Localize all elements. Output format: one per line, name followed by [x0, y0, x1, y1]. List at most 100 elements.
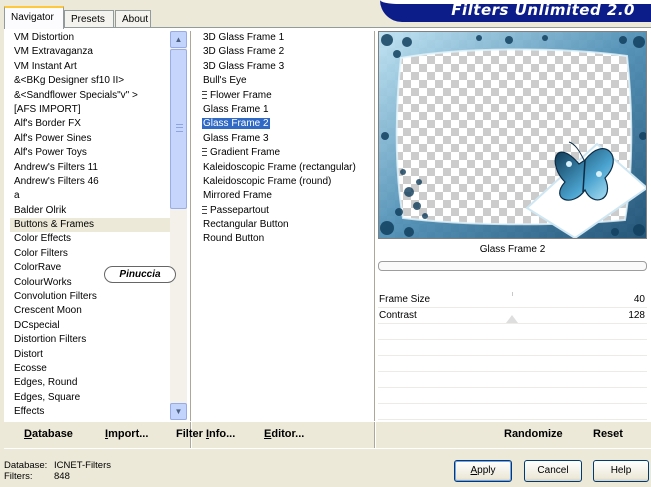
filter-group-item[interactable]: Passepartout	[196, 204, 374, 218]
category-item[interactable]: Balder Olrik	[10, 204, 174, 218]
category-item[interactable]: Crescent Moon	[10, 304, 174, 318]
filter-item[interactable]: Glass Frame 1	[196, 103, 374, 117]
grip-icon	[176, 124, 183, 132]
category-item[interactable]: Buttons & Frames	[10, 218, 174, 233]
tab-about[interactable]: About	[115, 10, 151, 28]
scroll-up-button[interactable]: ▲	[170, 31, 187, 48]
help-button[interactable]: Help	[593, 460, 649, 482]
divider	[190, 31, 192, 421]
filter-item[interactable]: Round Button	[196, 232, 374, 246]
database-button[interactable]: Database	[24, 428, 73, 440]
tab-navigator[interactable]: Navigator	[4, 6, 64, 29]
filter-item[interactable]: 3D Glass Frame 3	[196, 60, 374, 74]
category-item[interactable]: Distortion Filters	[10, 333, 174, 347]
filter-item[interactable]: Bull's Eye	[196, 74, 374, 88]
filter-label: Mirrored Frame	[203, 190, 272, 202]
filter-label: Passepartout	[210, 204, 269, 216]
category-item[interactable]: VM Distortion	[10, 31, 174, 45]
divider	[374, 31, 376, 421]
param-value: 128	[628, 310, 645, 321]
filter-label: Glass Frame 2	[202, 118, 270, 130]
scroll-down-button[interactable]: ▼	[170, 403, 187, 420]
filter-item[interactable]: Mirrored Frame	[196, 189, 374, 203]
category-item[interactable]: VM Extravaganza	[10, 45, 174, 59]
status-area: Database: ICNET-Filters Filters: 848	[4, 460, 111, 482]
category-item[interactable]: &<BKg Designer sf10 II>	[10, 74, 174, 88]
category-item[interactable]: Edges, Square	[10, 391, 174, 405]
category-item[interactable]: Convolution Filters	[10, 290, 174, 304]
apply-button[interactable]: Apply	[454, 460, 512, 482]
randomize-button[interactable]: Randomize	[504, 428, 563, 440]
category-item[interactable]: Alf's Power Sines	[10, 132, 174, 146]
preview-image[interactable]	[378, 31, 647, 239]
param-empty-row	[378, 340, 647, 356]
filter-group-item[interactable]: Flower Frame	[196, 89, 374, 103]
category-item[interactable]: a	[10, 189, 174, 203]
category-item[interactable]: Alf's Power Toys	[10, 146, 174, 160]
category-scrollbar[interactable]: ▲ ▼	[170, 31, 187, 420]
param-empty-row	[378, 404, 647, 420]
category-item[interactable]: &<Sandflower Specials"v" >	[10, 89, 174, 103]
category-item[interactable]: VM Instant Art	[10, 60, 174, 74]
filter-item[interactable]: Rectangular Button	[196, 218, 374, 232]
glass-frame-art	[379, 32, 646, 238]
param-empty-row	[378, 324, 647, 340]
tab-presets[interactable]: Presets	[64, 10, 114, 28]
category-item[interactable]: Andrew's Filters 46	[10, 175, 174, 189]
category-item[interactable]: Distort	[10, 348, 174, 362]
filter-label: Gradient Frame	[210, 147, 281, 159]
filter-label: Bull's Eye	[203, 75, 247, 87]
slider-marker[interactable]	[506, 315, 518, 323]
status-database-label: Database:	[4, 460, 48, 471]
category-item[interactable]: Color Filters	[10, 247, 174, 261]
app-title: Filters Unlimited 2.0	[451, 1, 635, 19]
status-database-value: ICNET-Filters	[54, 460, 111, 471]
filter-item[interactable]: Kaleidoscopic Frame (rectangular)	[196, 161, 374, 175]
param-contrast[interactable]: Contrast 128	[378, 308, 647, 324]
filter-group-item[interactable]: Gradient Frame	[196, 146, 374, 160]
category-item[interactable]: Color Effects	[10, 232, 174, 246]
toolbar-separator	[374, 422, 376, 448]
scroll-thumb[interactable]	[170, 49, 187, 209]
filter-label: Glass Frame 1	[203, 103, 269, 115]
category-item[interactable]: Alf's Border FX	[10, 117, 174, 131]
filter-item[interactable]: 3D Glass Frame 1	[196, 31, 374, 45]
group-icon	[202, 90, 207, 99]
filter-item[interactable]: Glass Frame 2	[196, 117, 374, 131]
filter-item[interactable]: 3D Glass Frame 2	[196, 45, 374, 59]
category-item[interactable]: Edges, Round	[10, 376, 174, 390]
category-item[interactable]: Andrew's Filters 11	[10, 161, 174, 175]
param-empty-row	[378, 388, 647, 404]
navigator-panel: VM Distortion VM Extravaganza VM Instant A…	[4, 27, 651, 449]
filter-label: Flower Frame	[210, 89, 272, 101]
parameter-list: Frame Size 40 Contrast 128	[378, 292, 647, 436]
group-icon	[202, 205, 207, 214]
chevron-down-icon: ▼	[174, 407, 183, 416]
category-item[interactable]: [AFS IMPORT]	[10, 103, 174, 117]
category-list[interactable]: VM Distortion VM Extravaganza VM Instant A…	[10, 31, 174, 423]
editor-button[interactable]: Editor...	[264, 428, 304, 440]
filter-label: 3D Glass Frame 3	[203, 60, 285, 72]
category-item[interactable]: DCspecial	[10, 319, 174, 333]
filter-label: 3D Glass Frame 1	[203, 32, 285, 43]
category-item[interactable]: Effects	[10, 405, 174, 419]
filter-item[interactable]: Glass Frame 3	[196, 132, 374, 146]
filter-item[interactable]: Kaleidoscopic Frame (round)	[196, 175, 374, 189]
cancel-button[interactable]: Cancel	[524, 460, 582, 482]
reset-button[interactable]: Reset	[593, 428, 623, 440]
app-banner: Filters Unlimited 2.0	[380, 0, 651, 22]
watermark-label: Pinuccia	[104, 266, 176, 283]
slider-tick	[512, 292, 513, 296]
param-empty-row	[378, 372, 647, 388]
filter-label: Round Button	[203, 233, 265, 245]
category-item[interactable]: Ecosse	[10, 362, 174, 376]
param-frame-size[interactable]: Frame Size 40	[378, 292, 647, 308]
param-empty-row	[378, 356, 647, 372]
filter-list[interactable]: 3D Glass Frame 1 3D Glass Frame 2 3D Glass…	[196, 31, 374, 423]
chevron-up-icon: ▲	[174, 35, 183, 44]
preview-filter-name: Glass Frame 2	[479, 244, 546, 255]
filter-info-button[interactable]: Filter Info...	[176, 428, 235, 440]
filter-label: Rectangular Button	[203, 219, 289, 231]
import-button[interactable]: Import...	[105, 428, 148, 440]
status-filters-value: 848	[54, 471, 70, 482]
